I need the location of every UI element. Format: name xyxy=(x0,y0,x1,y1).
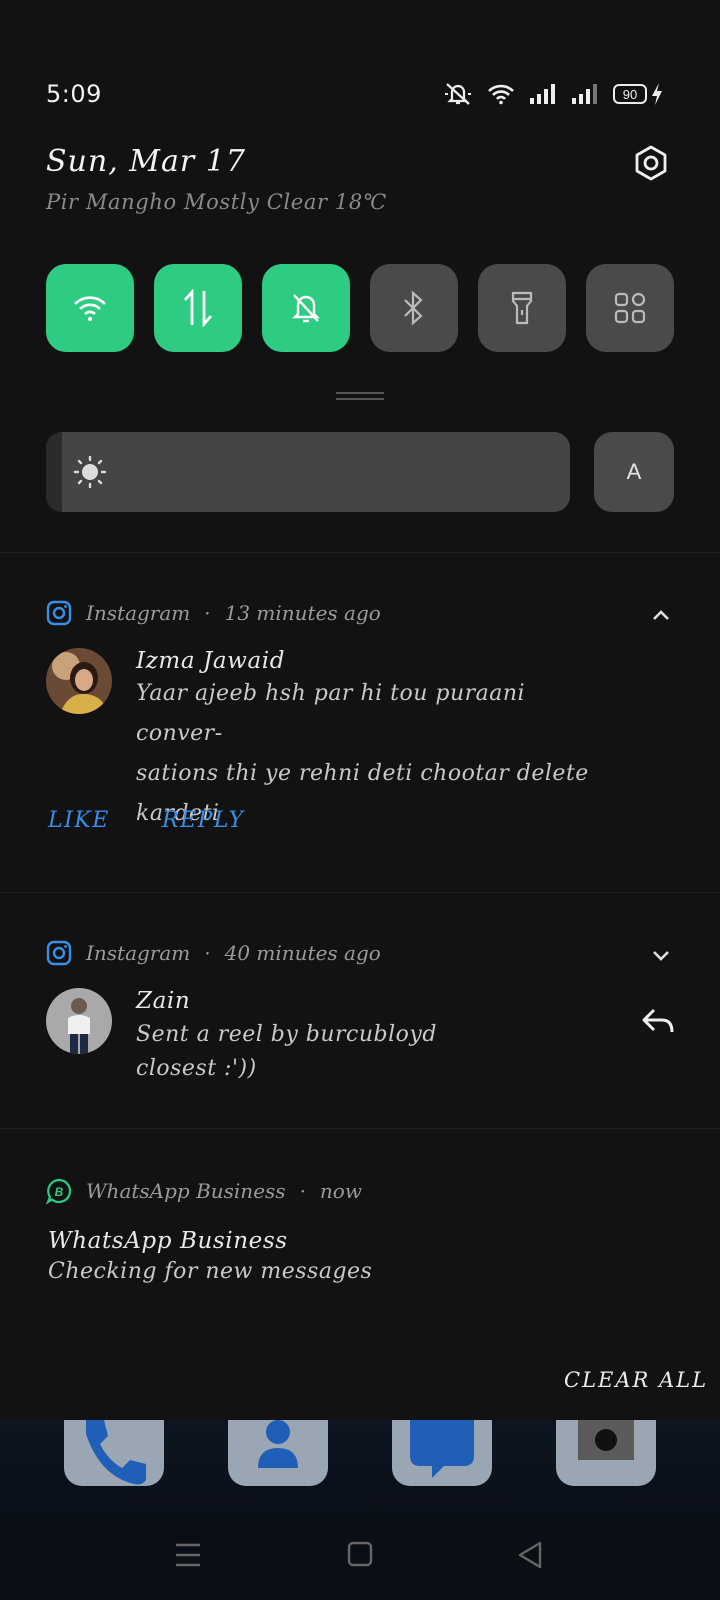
svg-text:B: B xyxy=(55,1185,64,1199)
notification-body-line: sations thi ye rehni deti chootar delete xyxy=(136,761,589,786)
notification-header: Instagram · 40 minutes ago xyxy=(46,940,381,966)
notification-body: Sent a reel by burcubloyd closest :')) xyxy=(136,1018,616,1086)
separator: · xyxy=(204,601,211,625)
bell-off-icon xyxy=(292,294,320,323)
app-name: WhatsApp Business xyxy=(86,1179,286,1203)
recents-icon[interactable] xyxy=(174,1542,202,1568)
messages-app-icon[interactable] xyxy=(392,1420,492,1486)
avatar xyxy=(46,648,112,714)
notification-body-line: Checking for new messages xyxy=(48,1259,373,1284)
phone-app-icon[interactable] xyxy=(64,1420,164,1486)
edit-tiles-tile[interactable] xyxy=(586,264,674,352)
brightness-slider[interactable] xyxy=(46,432,570,512)
battery-level: 90 xyxy=(613,84,647,104)
separator: · xyxy=(204,941,211,965)
flashlight-tile[interactable] xyxy=(478,264,566,352)
chevron-down-icon[interactable] xyxy=(648,942,674,968)
flashlight-icon xyxy=(511,291,533,325)
home-icon[interactable] xyxy=(346,1540,374,1568)
signal-icon xyxy=(571,83,599,105)
settings-button[interactable] xyxy=(632,144,670,182)
notification-time: 40 minutes ago xyxy=(224,941,381,965)
notification-sender: Zain xyxy=(136,988,191,1014)
brightness-fill xyxy=(46,432,62,512)
divider xyxy=(0,552,720,553)
avatar xyxy=(46,988,112,1054)
notification-body-line: Sent a reel by burcubloyd xyxy=(136,1022,437,1047)
mute-icon xyxy=(443,81,473,107)
reply-icon[interactable] xyxy=(640,1006,676,1038)
wifi-tile[interactable] xyxy=(46,264,134,352)
notification-header: Instagram · 13 minutes ago xyxy=(46,600,381,626)
bluetooth-icon xyxy=(404,290,423,326)
data-transfer-icon xyxy=(183,289,213,327)
instagram-icon xyxy=(46,940,72,966)
gear-icon xyxy=(635,145,667,181)
panel-drag-handle[interactable] xyxy=(336,392,384,400)
notification-time: now xyxy=(319,1179,362,1203)
notification-sender: Izma Jawaid xyxy=(136,648,286,674)
notification-body-line: closest :')) xyxy=(136,1056,257,1081)
auto-brightness-button[interactable]: A xyxy=(594,432,674,512)
signal-icon xyxy=(529,83,557,105)
reply-button[interactable]: REPLY xyxy=(162,808,245,833)
weather-label[interactable]: Pir Mangho Mostly Clear 18℃ xyxy=(46,190,387,214)
quick-settings-tiles xyxy=(46,264,674,352)
notification-title: WhatsApp Business xyxy=(48,1228,288,1254)
like-button[interactable]: LIKE xyxy=(48,808,110,833)
whatsapp-business-icon: B xyxy=(46,1178,72,1204)
mobile-data-tile[interactable] xyxy=(154,264,242,352)
notification-body: Checking for new messages xyxy=(48,1256,528,1288)
silent-tile[interactable] xyxy=(262,264,350,352)
instagram-icon xyxy=(46,600,72,626)
back-icon[interactable] xyxy=(516,1540,544,1570)
separator: · xyxy=(299,1179,306,1203)
app-name: Instagram xyxy=(86,601,191,625)
sun-icon xyxy=(74,456,106,488)
battery-icon: 90 xyxy=(613,82,664,106)
clear-all-button[interactable]: CLEAR ALL xyxy=(564,1368,708,1392)
wifi-icon xyxy=(74,296,106,321)
notification-body-line: Yaar ajeeb hsh par hi tou puraani conver… xyxy=(136,681,526,746)
app-name: Instagram xyxy=(86,941,191,965)
notification-time: 13 minutes ago xyxy=(224,601,381,625)
clock: 5:09 xyxy=(46,80,102,108)
date-label: Sun, Mar 17 xyxy=(46,144,246,179)
contacts-app-icon[interactable] xyxy=(228,1420,328,1486)
status-icons: 90 xyxy=(443,81,664,107)
status-bar: 5:09 90 xyxy=(46,76,664,112)
wifi-icon xyxy=(487,83,515,105)
grid-icon xyxy=(614,292,646,324)
chevron-up-icon[interactable] xyxy=(648,602,674,628)
charging-icon xyxy=(652,83,662,105)
navigation-bar xyxy=(0,1530,720,1582)
notification-header: B WhatsApp Business · now xyxy=(46,1178,362,1204)
camera-app-icon[interactable] xyxy=(556,1420,656,1486)
bluetooth-tile[interactable] xyxy=(370,264,458,352)
divider xyxy=(0,1128,720,1129)
divider xyxy=(0,892,720,893)
